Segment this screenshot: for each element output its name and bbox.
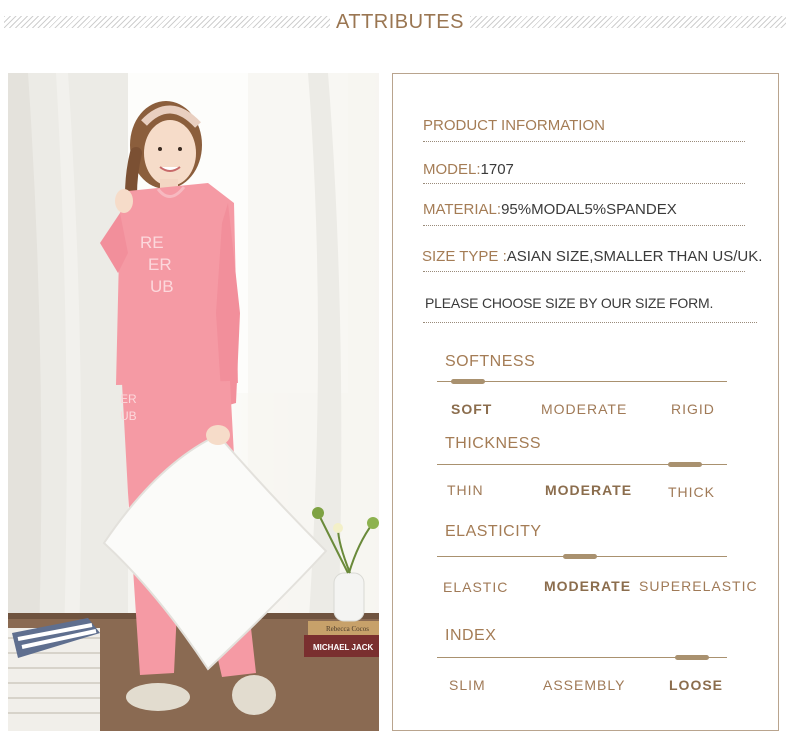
thickness-option-thin: THIN	[447, 482, 484, 498]
elasticity-option-superelastic: SUPERELASTIC	[639, 578, 758, 594]
index-option-loose: LOOSE	[669, 677, 724, 693]
divider	[423, 225, 745, 226]
index-title: INDEX	[445, 627, 497, 644]
pants-print-1: ER	[120, 392, 137, 406]
header-stripe-left	[4, 16, 330, 28]
shirt-print-2: ER	[148, 255, 172, 274]
size-type-label: SIZE TYPE :	[422, 248, 507, 265]
shirt-print-1: RE	[140, 233, 164, 252]
softness-option-moderate: MODERATE	[541, 401, 628, 417]
product-info-heading: PRODUCT INFORMATION	[423, 117, 605, 134]
size-type-value: ASIAN SIZE,SMALLER THAN US/UK.	[506, 248, 763, 265]
thickness-title: THICKNESS	[445, 435, 542, 452]
softness-indicator	[451, 379, 485, 384]
divider	[423, 271, 745, 272]
pants-print-2: UB	[120, 409, 137, 423]
model-label: MODEL:	[423, 161, 481, 178]
index-indicator	[675, 655, 709, 660]
divider	[423, 183, 745, 184]
elasticity-option-elastic: ELASTIC	[443, 579, 509, 595]
softness-option-soft: SOFT	[451, 401, 493, 417]
index-option-slim: SLIM	[449, 677, 486, 693]
material-value: 95%MODAL5%SPANDEX	[501, 201, 677, 218]
basket	[8, 618, 100, 731]
book-spine-1: Rebecca Cocos	[326, 625, 369, 633]
divider	[423, 141, 745, 142]
thickness-option-moderate: MODERATE	[545, 482, 633, 498]
elasticity-indicator	[563, 554, 597, 559]
softness-title: SOFTNESS	[445, 353, 536, 370]
header-stripe-right	[470, 16, 786, 28]
elasticity-option-moderate: MODERATE	[544, 578, 632, 594]
page-title: ATTRIBUTES	[336, 11, 464, 33]
attributes-panel: PRODUCT INFORMATION MODEL:1707 MATERIAL:…	[392, 73, 779, 731]
book-spine-2: MICHAEL JACK	[313, 643, 374, 652]
size-note: PLEASE CHOOSE SIZE BY OUR SIZE FORM.	[425, 295, 714, 311]
elasticity-title: ELASTICITY	[445, 523, 542, 540]
shirt-print-3: UB	[150, 277, 174, 296]
material-row: MATERIAL:95%MODAL5%SPANDEX	[423, 201, 677, 218]
index-option-assembly: ASSEMBLY	[543, 677, 626, 693]
size-type-row: SIZE TYPE :ASIAN SIZE,SMALLER THAN US/UK…	[422, 248, 762, 265]
product-photo: Rebecca Cocos MICHAEL JACK RE ER UB ER U…	[8, 73, 379, 731]
divider	[423, 322, 757, 323]
thickness-option-thick: THICK	[668, 484, 715, 500]
material-label: MATERIAL:	[423, 201, 502, 218]
model-row: MODEL:1707	[423, 161, 514, 178]
softness-option-rigid: RIGID	[671, 401, 715, 417]
thickness-indicator	[668, 462, 702, 467]
model-value: 1707	[480, 161, 514, 178]
